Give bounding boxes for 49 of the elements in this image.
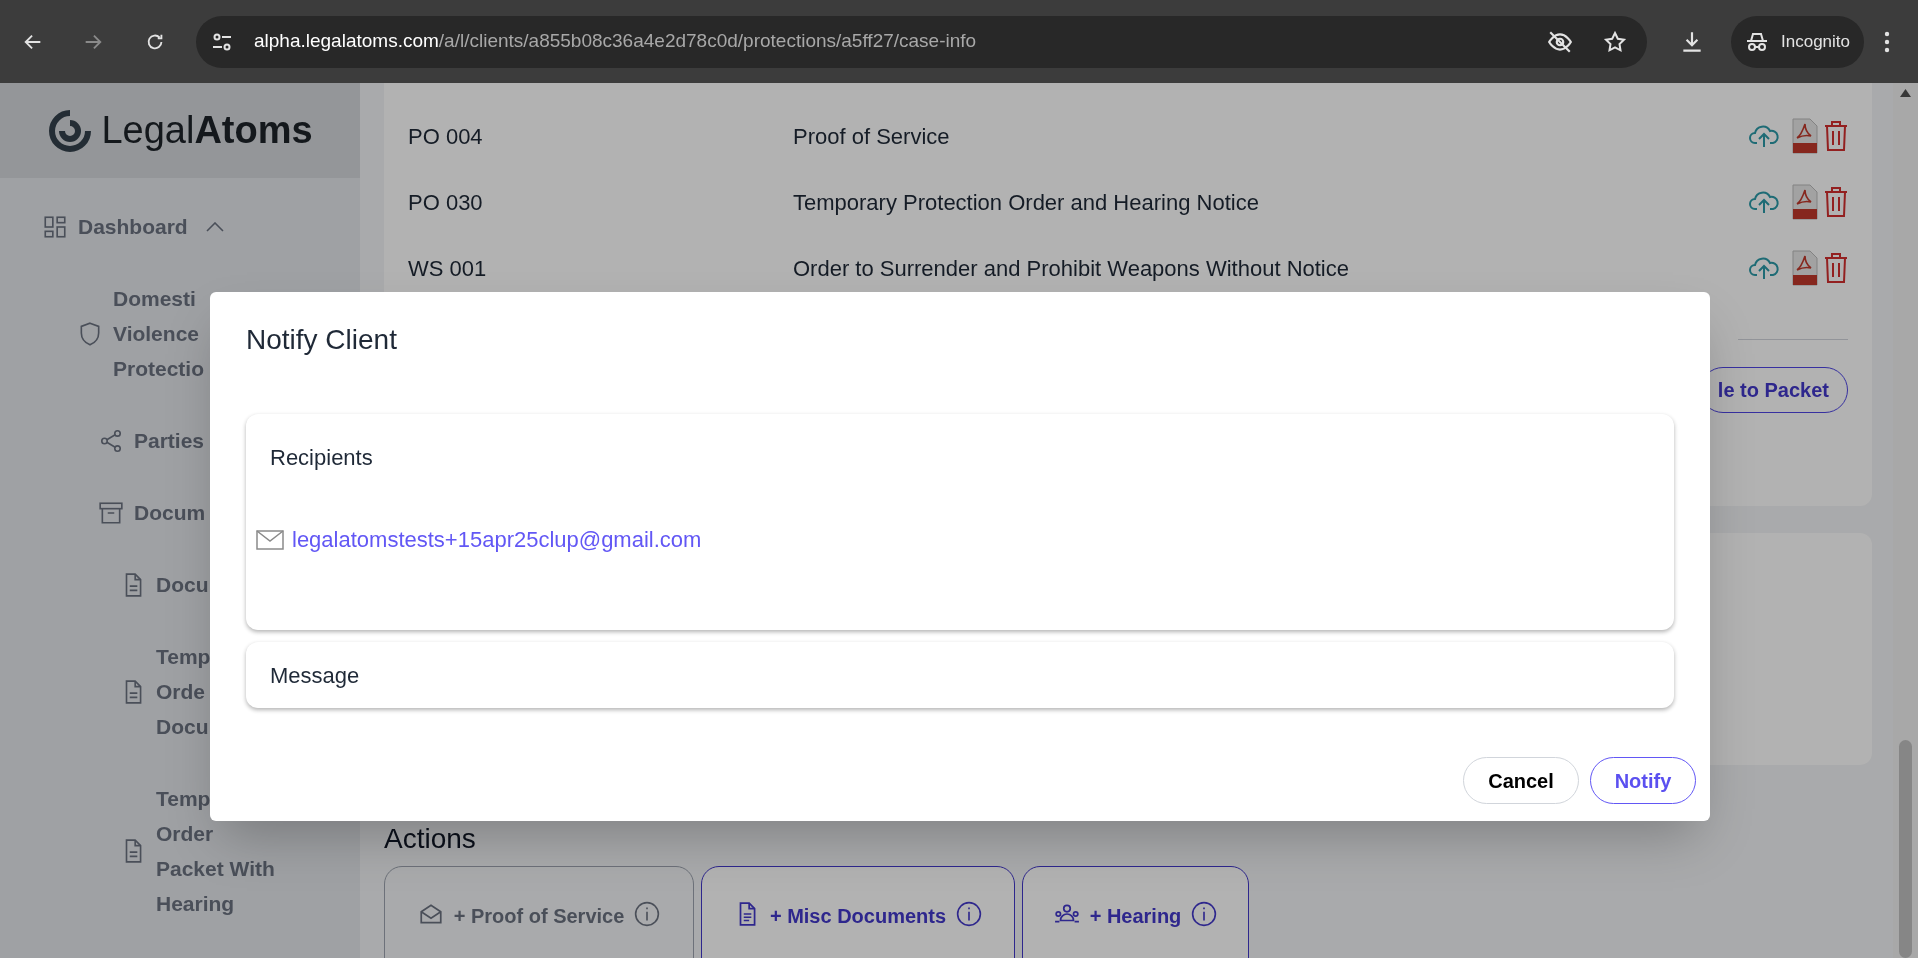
- archive-icon: [98, 499, 124, 526]
- cancel-button[interactable]: Cancel: [1463, 757, 1579, 804]
- action-button[interactable]: + Hearing: [1022, 866, 1249, 958]
- action-button[interactable]: + Misc Documents: [701, 866, 1015, 958]
- info-icon[interactable]: [956, 901, 983, 927]
- profile-label: Incognito: [1781, 30, 1850, 53]
- pdf-icon[interactable]: [1792, 250, 1818, 286]
- nav-item[interactable]: Parties: [134, 423, 205, 458]
- message-label: Message: [270, 661, 360, 690]
- notify-button[interactable]: Notify: [1590, 757, 1696, 804]
- more-icon[interactable]: [1884, 30, 1890, 53]
- grid-icon: [42, 213, 68, 240]
- chevron-up-icon[interactable]: [205, 221, 224, 232]
- form-title: Proof of Service: [793, 122, 951, 151]
- logo-icon: [47, 107, 94, 154]
- logo-text: LegalAtoms: [101, 108, 313, 153]
- nav-item[interactable]: Dashboard: [78, 209, 188, 244]
- incognito-chip[interactable]: Incognito: [1731, 15, 1864, 68]
- nav-item[interactable]: Domesti Violence Protectio: [113, 281, 204, 386]
- star-icon[interactable]: [1603, 29, 1627, 54]
- delete-icon[interactable]: [1824, 187, 1848, 217]
- scrollbar-thumb[interactable]: [1899, 740, 1912, 958]
- recipient-email[interactable]: legalatomstests+15apr25clup@gmail.com: [292, 523, 702, 556]
- mail-icon: [256, 529, 284, 550]
- form-code: PO 004: [408, 122, 484, 151]
- url-text[interactable]: alpha.legalatoms.com/a/l/clients/a855b08c36a4e2d78c0d/protections/a5ff27/case-info: [254, 27, 1535, 56]
- cloud-upload-icon[interactable]: [1748, 189, 1780, 215]
- pdf-icon[interactable]: [1792, 118, 1818, 154]
- nav-item[interactable]: Docum: [134, 495, 206, 530]
- form-title: Temporary Protection Order and Hearing Notice: [793, 188, 1260, 217]
- form-title: Order to Surrender and Prohibit Weapons Without Notice: [793, 254, 1350, 283]
- form-code: WS 001: [408, 254, 488, 283]
- info-icon[interactable]: [1191, 901, 1218, 927]
- share-icon: [98, 427, 124, 454]
- nav-item[interactable]: Temp Orde Docu: [156, 639, 211, 744]
- nav-item[interactable]: Docu: [156, 567, 209, 602]
- section-heading: Actions: [384, 822, 476, 856]
- recipients-label: Recipients: [270, 444, 373, 472]
- incognito-icon: [1745, 30, 1769, 53]
- scroll-up-icon[interactable]: [1900, 89, 1911, 97]
- delete-icon[interactable]: [1824, 121, 1848, 151]
- form-code: PO 030: [408, 188, 484, 217]
- cloud-upload-icon[interactable]: [1748, 255, 1780, 281]
- delete-icon[interactable]: [1824, 253, 1848, 283]
- dialog-title: Notify Client: [246, 323, 397, 357]
- cloud-upload-icon[interactable]: [1748, 123, 1780, 149]
- address-bar[interactable]: alpha.legalatoms.com/a/l/clients/a855b08c36a4e2d78c0d/protections/a5ff27/case-info: [196, 15, 1647, 68]
- scrollbar[interactable]: [1893, 83, 1918, 958]
- pdf-icon[interactable]: [1792, 184, 1818, 220]
